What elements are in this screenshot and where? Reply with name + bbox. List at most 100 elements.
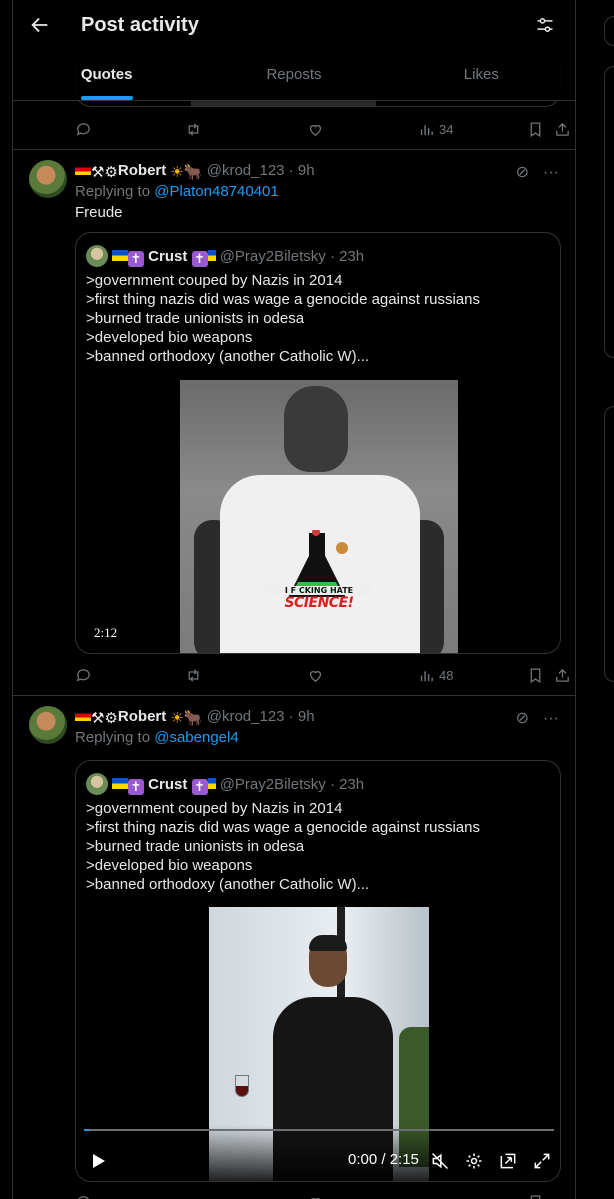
quote-line: >developed bio weapons (86, 329, 253, 346)
quote-author-name: Crust (148, 248, 188, 265)
post[interactable]: ⚒⚙Robert ☀🐂 @krod_123 · 9h ⊘ ··· Replying… (13, 150, 575, 695)
media-logo-line1: I F CKING HATE (266, 586, 372, 595)
more-icon[interactable]: ··· (543, 164, 559, 181)
reply-icon (76, 122, 90, 136)
post-time[interactable]: 9h (298, 162, 315, 179)
like-button[interactable] (307, 119, 324, 139)
more-icon[interactable]: ··· (543, 710, 559, 727)
views-icon (420, 670, 433, 681)
quote-time: 23h (339, 776, 365, 793)
grok-icon[interactable]: ⊘ (516, 710, 529, 727)
tab-likes[interactable]: Likes (388, 52, 575, 100)
reply-button[interactable] (75, 119, 92, 139)
views-button[interactable]: 48 (418, 665, 453, 685)
quote-text: >government couped by Nazis in 2014 >fir… (86, 799, 480, 894)
video-controls-overlay (76, 1125, 560, 1181)
page-title: Post activity (81, 14, 199, 36)
quote-author-name: Crust (148, 776, 188, 793)
pip-icon[interactable] (498, 1151, 518, 1171)
author-handle[interactable]: @krod_123 (207, 162, 285, 179)
avatar[interactable] (29, 160, 67, 198)
post-time[interactable]: 9h (298, 708, 315, 725)
germany-flag-icon (75, 710, 91, 721)
quote-line: >developed bio weapons (86, 857, 253, 874)
flag-icon (207, 250, 216, 261)
quote-time: 23h (339, 248, 365, 265)
share-button[interactable] (554, 665, 571, 685)
quote-line: >government couped by Nazis in 2014 (86, 800, 343, 817)
bull-icon: 🐂 (183, 164, 203, 181)
page-header: Post activity Quotes Reposts Likes (13, 0, 575, 101)
dot-separator: · (284, 708, 298, 725)
tab-label: Likes (463, 66, 499, 83)
settings-icon[interactable] (464, 1151, 484, 1171)
repost-icon (188, 122, 199, 136)
play-icon[interactable] (92, 1153, 106, 1169)
quote-avatar (86, 773, 108, 795)
quote-media-gif[interactable]: I F CKING HATE SCIENCE! (180, 380, 458, 653)
bookmark-button[interactable] (527, 665, 544, 685)
like-button[interactable] (307, 665, 324, 685)
post-top-icons: ⊘ ··· (516, 162, 559, 182)
avatar[interactable] (29, 706, 67, 744)
hammer-pick-icon: ⚒ (91, 710, 105, 727)
quote-author-handle: @Pray2Biletsky (219, 248, 326, 265)
author-name[interactable]: Robert (118, 162, 166, 179)
post-header: ⚒⚙Robert ☀🐂 @krod_123 · 9h (75, 162, 315, 181)
gear-icon: ⚙ (104, 164, 118, 181)
tab-label: Reposts (266, 66, 322, 83)
post[interactable]: ⚒⚙Robert ☀🐂 @krod_123 · 9h ⊘ ··· Replying… (13, 696, 575, 1199)
video-progress-bar[interactable] (84, 1129, 554, 1131)
repost-icon (188, 668, 199, 682)
media-logo-line2: SCIENCE! (284, 595, 354, 611)
bookmark-button[interactable] (527, 119, 544, 139)
ukraine-flag-icon (112, 778, 128, 789)
views-button[interactable]: 34 (418, 119, 453, 139)
post-actions: 48 (75, 665, 569, 685)
quote-line: >burned trade unionists in odesa (86, 838, 305, 855)
quote-line: >first thing nazis did was wage a genoci… (86, 291, 480, 308)
tab-reposts[interactable]: Reposts (200, 52, 387, 100)
ukraine-flag-icon (112, 250, 128, 261)
bookmark-button[interactable] (527, 1192, 544, 1199)
views-icon (420, 124, 433, 135)
replying-mention[interactable]: @Platon48740401 (154, 183, 279, 200)
bookmark-icon (530, 1194, 541, 1199)
right-rail-card-bottom (604, 406, 614, 682)
grok-icon[interactable]: ⊘ (516, 164, 529, 181)
author-handle[interactable]: @krod_123 (207, 708, 285, 725)
mute-icon[interactable] (430, 1151, 450, 1171)
quote-text: >government couped by Nazis in 2014 >fir… (86, 271, 480, 366)
flag-icon (207, 778, 216, 789)
replying-prefix: Replying to (75, 183, 151, 200)
views-count: 34 (439, 121, 454, 137)
reply-button[interactable] (75, 1192, 92, 1199)
replying-mention[interactable]: @sabengel4 (154, 729, 238, 746)
cross-icon: ✝ (128, 779, 144, 795)
replying-prefix: Replying to (75, 729, 151, 746)
repost-button[interactable] (185, 665, 202, 685)
like-button[interactable] (307, 1192, 324, 1199)
post-header: ⚒⚙Robert ☀🐂 @krod_123 · 9h (75, 708, 315, 727)
tab-quotes[interactable]: Quotes (13, 52, 200, 100)
media-wine-glass (235, 1075, 249, 1097)
filter-icon[interactable] (535, 15, 555, 35)
cross-icon: ✝ (191, 251, 208, 267)
share-icon (556, 668, 569, 682)
previous-post-actions: 34 (75, 119, 569, 139)
fullscreen-icon[interactable] (532, 1151, 552, 1171)
quote-card[interactable]: ✝ Crust ✝ @Pray2Biletsky · 23h >governme… (75, 760, 561, 1182)
video-duration: 2:12 (94, 625, 118, 640)
repost-button[interactable] (185, 119, 202, 139)
tab-bar: Quotes Reposts Likes (13, 52, 575, 100)
back-arrow-icon[interactable] (29, 14, 51, 36)
reply-icon (77, 1195, 90, 1199)
quote-line: >first thing nazis did was wage a genoci… (86, 819, 480, 836)
share-button[interactable] (554, 119, 571, 139)
like-icon (309, 670, 322, 682)
post-actions (75, 1192, 561, 1199)
quote-card[interactable]: ✝ Crust ✝ @Pray2Biletsky · 23h >governme… (75, 232, 561, 654)
author-name[interactable]: Robert (118, 708, 166, 725)
reply-button[interactable] (75, 665, 92, 685)
media-hair (309, 935, 347, 951)
